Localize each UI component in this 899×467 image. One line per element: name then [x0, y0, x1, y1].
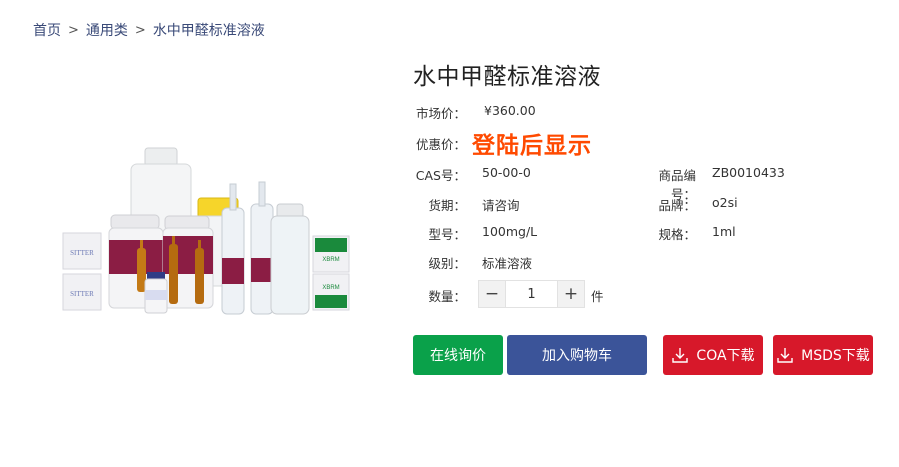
- online-inquiry-button[interactable]: 在线询价: [413, 335, 503, 375]
- coa-download-label: COA下载: [696, 348, 755, 364]
- brand-value: o2si: [712, 195, 738, 210]
- box-brand-text: SITTER: [70, 249, 94, 257]
- promo-price-label: 优惠价：: [415, 137, 466, 152]
- market-price-label: 市场价：: [415, 106, 466, 121]
- promo-login-link[interactable]: 登陆后显示: [472, 126, 592, 160]
- quantity-stepper: − 1 +: [478, 280, 585, 308]
- quantity-decrease-button[interactable]: −: [478, 280, 506, 308]
- spec-label: 规格：: [658, 227, 696, 242]
- msds-download-button[interactable]: MSDS下载: [773, 335, 873, 375]
- quantity-unit: 件: [591, 289, 604, 304]
- model-value: 100mg/L: [482, 224, 538, 239]
- model-label: 型号：: [428, 227, 466, 242]
- delivery-label: 货期：: [428, 198, 466, 213]
- breadcrumb-current-link[interactable]: 水中甲醛标准溶液: [153, 20, 265, 40]
- msds-download-label: MSDS下载: [801, 348, 870, 364]
- box-logo-text: XBRM: [322, 285, 339, 291]
- download-icon: [777, 348, 793, 363]
- product-title: 水中甲醛标准溶液: [413, 64, 601, 90]
- market-price-value: ¥360.00: [484, 103, 536, 118]
- product-ampoules-clear: [221, 181, 274, 315]
- coa-download-button[interactable]: COA下载: [663, 335, 763, 375]
- delivery-value: 请咨询: [482, 198, 520, 213]
- download-icon: [672, 348, 689, 363]
- quantity-label: 数量：: [428, 289, 466, 304]
- quantity-increase-button[interactable]: +: [557, 280, 585, 308]
- grade-label: 级别：: [428, 256, 466, 271]
- grade-value: 标准溶液: [482, 256, 533, 271]
- box-brand-text: SITTER: [70, 290, 94, 298]
- cas-value: 50-00-0: [482, 165, 531, 180]
- box-logo-text: XBRM: [322, 257, 339, 263]
- breadcrumb-home-link[interactable]: 首页: [33, 20, 61, 40]
- product-vial-small: [144, 272, 168, 314]
- spec-value: 1ml: [712, 224, 736, 239]
- add-to-cart-button[interactable]: 加入购物车: [507, 335, 647, 375]
- product-box-left: SITTER SITTER: [62, 232, 102, 311]
- brand-label: 品牌：: [658, 198, 696, 213]
- breadcrumb-separator: >: [68, 22, 79, 38]
- breadcrumb: 首页 > 通用类 > 水中甲醛标准溶液: [33, 20, 265, 40]
- quantity-input[interactable]: 1: [506, 280, 557, 308]
- product-image: SITTER SITTER XBRM XBRM: [62, 147, 350, 315]
- product-box-right: XBRM XBRM: [312, 235, 350, 311]
- online-inquiry-label: 在线询价: [430, 348, 486, 364]
- product-code-value: ZB0010433: [712, 165, 785, 180]
- cas-label: CAS号：: [415, 168, 466, 183]
- product-bottle-clear: [270, 203, 310, 315]
- breadcrumb-category-link[interactable]: 通用类: [86, 20, 128, 40]
- add-to-cart-label: 加入购物车: [542, 348, 612, 364]
- breadcrumb-separator: >: [134, 22, 146, 38]
